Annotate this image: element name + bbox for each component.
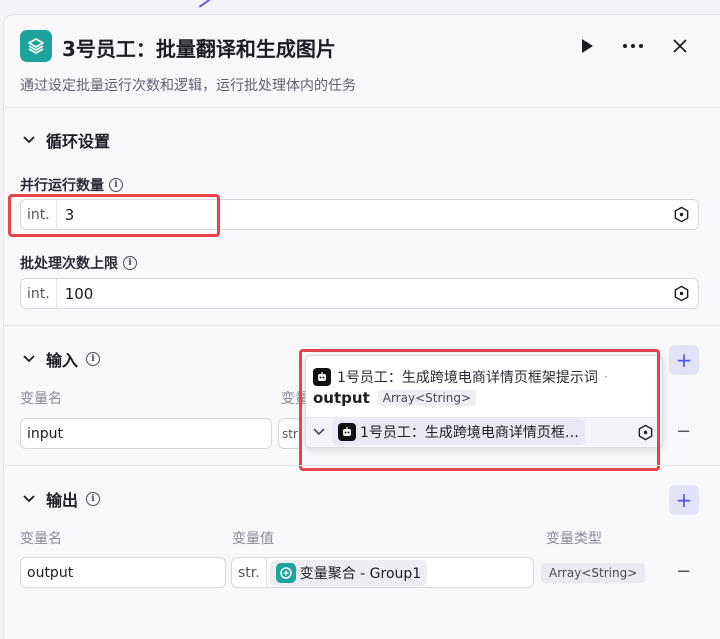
section-title: 输入 <box>46 351 79 370</box>
type-prefix: int. <box>21 279 57 308</box>
highlight-box <box>299 349 660 471</box>
label-text: 并行运行数量 <box>20 178 104 194</box>
variable-settings-icon[interactable] <box>673 285 690 302</box>
section-title: 循环设置 <box>46 132 111 151</box>
col-var-type: 变量类型 <box>546 531 602 547</box>
input-var-name-field[interactable]: input <box>20 418 272 449</box>
col-var-value: 变量值 <box>232 531 274 547</box>
parallel-count-label: 并行运行数量 i <box>20 175 123 195</box>
type-prefix: str. <box>232 558 267 587</box>
batch-limit-label: 批处理次数上限 i <box>20 253 137 273</box>
output-var-value-field[interactable]: str. 变量聚合 - Group1 <box>231 557 534 588</box>
divider <box>3 107 720 108</box>
section-input[interactable]: 输入 i <box>20 347 101 371</box>
type-prefix: str <box>282 426 298 441</box>
output-var-name-field[interactable]: output <box>20 557 226 588</box>
section-output[interactable]: 输出 i <box>20 487 101 511</box>
variable-ref-chip[interactable]: 变量聚合 - Group1 <box>269 559 428 586</box>
remove-output-icon[interactable]: − <box>676 561 691 582</box>
remove-input-icon[interactable]: − <box>676 421 691 442</box>
aggregate-icon <box>275 562 296 583</box>
batch-node-icon <box>20 30 52 62</box>
close-icon[interactable] <box>667 33 693 59</box>
highlight-box <box>8 194 220 237</box>
section-title: 输出 <box>46 491 79 510</box>
col-var-name: 变量名 <box>20 531 62 547</box>
divider <box>3 465 720 466</box>
canvas-edge-line <box>198 0 220 15</box>
output-var-type: Array<String> <box>541 563 646 583</box>
chevron-down-icon[interactable] <box>20 490 38 508</box>
section-loop-settings[interactable]: 循环设置 <box>20 128 110 152</box>
variable-settings-icon[interactable] <box>673 206 690 223</box>
chevron-down-icon[interactable] <box>20 350 38 368</box>
info-icon[interactable]: i <box>86 352 101 366</box>
info-icon[interactable]: i <box>109 178 123 192</box>
chip-label: 变量聚合 - Group1 <box>299 565 422 582</box>
input-value[interactable]: 100 <box>57 285 94 303</box>
input-value[interactable]: input <box>21 426 63 442</box>
col-var-name: 变量名 <box>20 391 62 407</box>
chevron-down-icon[interactable] <box>20 131 38 149</box>
batch-limit-input[interactable]: int. 100 <box>20 278 699 309</box>
node-title[interactable]: 3号员工：批量翻译和生成图片 <box>62 33 336 62</box>
add-input-button[interactable]: + <box>669 345 699 375</box>
more-icon[interactable] <box>620 33 646 59</box>
label-text: 批处理次数上限 <box>20 256 118 272</box>
info-icon[interactable]: i <box>123 256 137 270</box>
add-output-button[interactable]: + <box>669 485 699 515</box>
divider <box>3 325 720 326</box>
input-value[interactable]: output <box>21 565 73 581</box>
info-icon[interactable]: i <box>86 492 101 506</box>
run-icon[interactable] <box>574 33 600 59</box>
node-description: 通过设定批量运行次数和逻辑，运行批处理体内的任务 <box>20 78 356 94</box>
